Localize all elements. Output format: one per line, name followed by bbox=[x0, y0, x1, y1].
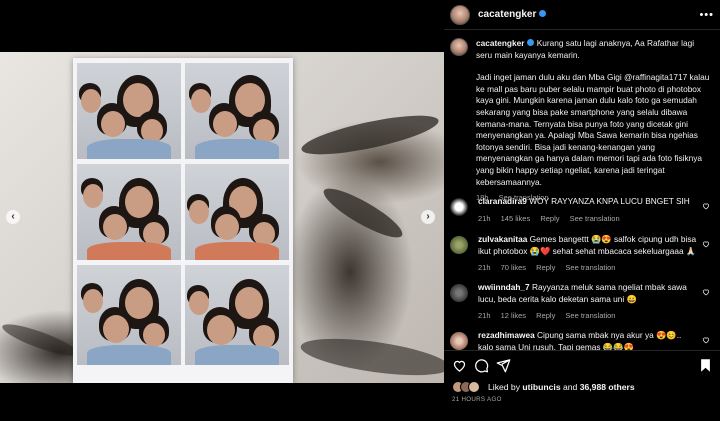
chevron-right-icon[interactable]: › bbox=[421, 210, 435, 224]
likes-and: and bbox=[563, 382, 578, 392]
share-icon[interactable] bbox=[496, 358, 511, 373]
avatar bbox=[468, 381, 480, 393]
post-timestamp: 21 HOURS AGO bbox=[452, 396, 502, 403]
comment-username[interactable]: wwiinndah_7 bbox=[478, 282, 530, 292]
photobox-strip bbox=[73, 58, 293, 383]
avatar[interactable] bbox=[450, 38, 468, 56]
reply-button[interactable]: Reply bbox=[536, 311, 555, 320]
avatar[interactable] bbox=[450, 4, 470, 25]
heart-icon[interactable] bbox=[702, 336, 710, 344]
chevron-left-icon[interactable]: ‹ bbox=[6, 210, 20, 224]
liked-by-user[interactable]: utibuncis bbox=[522, 382, 560, 392]
comment-likes[interactable]: 12 likes bbox=[501, 311, 526, 320]
caption-username[interactable]: cacatengker bbox=[476, 38, 524, 48]
photo-frame bbox=[185, 63, 289, 159]
comment-age: 21h bbox=[478, 213, 491, 223]
comment-age: 21h bbox=[478, 311, 491, 320]
comment-username[interactable]: zulvakanitaa bbox=[478, 234, 527, 244]
comment-icon[interactable] bbox=[474, 358, 489, 373]
comment: rezadhimawea Cipung sama mbak nya akur y… bbox=[450, 330, 712, 350]
caption-line2: Jadi inget jaman dulu aku dan Mba Gigi @… bbox=[476, 72, 710, 187]
heart-icon[interactable] bbox=[452, 358, 467, 373]
divider bbox=[444, 350, 720, 351]
post-actions bbox=[452, 358, 714, 376]
bookmark-icon[interactable] bbox=[698, 358, 713, 373]
photo-frame bbox=[77, 63, 181, 159]
caption: cacatengker Kurang satu lagi anaknya, Aa… bbox=[450, 38, 712, 204]
photo-frame bbox=[77, 265, 181, 365]
more-options-icon[interactable]: ••• bbox=[699, 9, 714, 21]
marble-vein bbox=[0, 318, 81, 362]
avatar[interactable] bbox=[450, 198, 468, 216]
avatar[interactable] bbox=[450, 236, 468, 254]
comment-age: 21h bbox=[478, 263, 491, 272]
reply-button[interactable]: Reply bbox=[536, 263, 555, 272]
comment-likes[interactable]: 145 likes bbox=[501, 214, 531, 223]
post-photo[interactable] bbox=[0, 52, 444, 383]
verified-badge-icon bbox=[539, 10, 547, 17]
comment-text: WOY RAYYANZA KNPA LUCU BNGET SIH bbox=[529, 196, 690, 206]
see-translation-link[interactable]: See translation bbox=[565, 263, 615, 272]
photo-frame bbox=[185, 265, 289, 365]
likes-prefix: Liked by bbox=[488, 382, 521, 392]
comment: claranadira9 WOY RAYYANZA KNPA LUCU BNGE… bbox=[450, 196, 712, 224]
marble-vein bbox=[318, 180, 408, 246]
comment: wwiinndah_7 Rayyanza meluk sama ngeliat … bbox=[450, 282, 712, 322]
media-area: ‹ › bbox=[0, 0, 444, 421]
marble-vein bbox=[298, 107, 442, 163]
post-username[interactable]: cacatengker bbox=[478, 9, 547, 20]
photo-frame bbox=[77, 164, 181, 260]
post-header: cacatengker ••• bbox=[444, 0, 720, 30]
see-translation-link[interactable]: See translation bbox=[570, 214, 620, 223]
likes-count[interactable]: 36,988 others bbox=[580, 382, 635, 392]
comment-likes[interactable]: 70 likes bbox=[501, 263, 526, 272]
comment-username[interactable]: rezadhimawea bbox=[478, 330, 535, 340]
heart-icon[interactable] bbox=[702, 240, 710, 248]
verified-badge-icon bbox=[527, 39, 535, 46]
comment: zulvakanitaa Gemes bangettt 😭😍 salfok ci… bbox=[450, 234, 712, 274]
avatar[interactable] bbox=[450, 332, 468, 350]
post-side-panel: cacatengker ••• cacatengker Kurang satu … bbox=[444, 0, 720, 421]
avatar[interactable] bbox=[450, 284, 468, 302]
reply-button[interactable]: Reply bbox=[540, 214, 559, 223]
marble-vein bbox=[298, 331, 444, 383]
likes-summary: Liked by utibuncis and 36,988 others bbox=[452, 381, 635, 393]
photo-frame bbox=[185, 164, 289, 260]
heart-icon[interactable] bbox=[702, 202, 710, 210]
comment-username[interactable]: claranadira9 bbox=[478, 196, 527, 206]
heart-icon[interactable] bbox=[702, 288, 710, 296]
see-translation-link[interactable]: See translation bbox=[565, 311, 615, 320]
